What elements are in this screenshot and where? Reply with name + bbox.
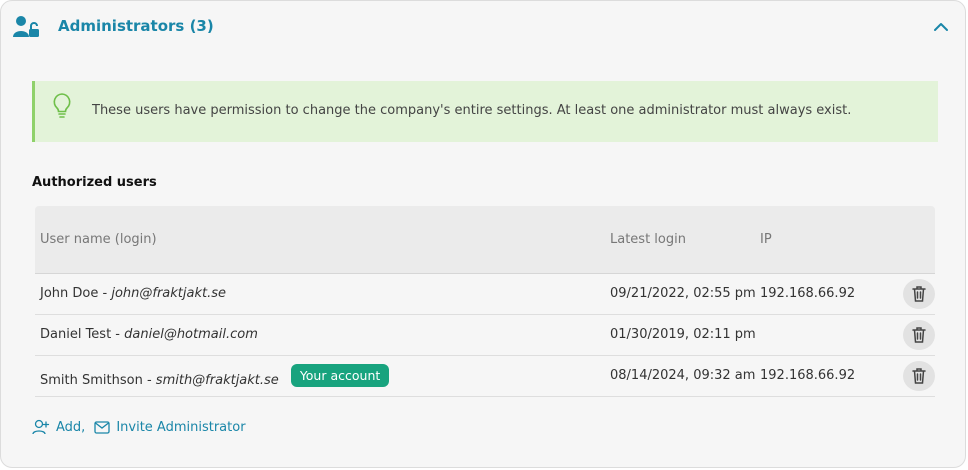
users-table: User name (login) Latest login IP John D…	[35, 206, 935, 397]
panel-header[interactable]: Administrators (3)	[1, 1, 967, 55]
add-label: Add,	[56, 419, 86, 435]
notice-text: These users have permission to change th…	[92, 103, 852, 118]
column-latest-login: Latest login	[610, 232, 686, 247]
ip-address: 192.168.66.92	[760, 286, 856, 301]
column-user-name: User name (login)	[40, 232, 157, 247]
section-title: Authorized users	[32, 175, 157, 190]
admin-lock-icon	[13, 15, 41, 39]
table-row: Daniel Test - daniel@hotmail.com 01/30/2…	[35, 315, 935, 356]
table-row: John Doe - john@fraktjakt.se 09/21/2022,…	[35, 274, 935, 315]
delete-user-button[interactable]	[903, 361, 935, 391]
user-cell: Smith Smithson - smith@fraktjakt.se Your …	[40, 364, 390, 391]
column-ip: IP	[760, 232, 772, 247]
trash-icon	[912, 368, 926, 384]
envelope-icon	[94, 420, 110, 434]
user-name: John Doe	[40, 286, 99, 301]
footer-actions: Add, Invite Administrator	[32, 419, 246, 435]
invite-label: Invite Administrator	[116, 419, 246, 435]
user-email: smith@fraktjakt.se	[155, 373, 279, 388]
trash-icon	[912, 286, 926, 302]
user-name: Smith Smithson	[40, 373, 143, 388]
latest-login: 09/21/2022, 02:55 pm	[610, 286, 756, 301]
table-row: Smith Smithson - smith@fraktjakt.se Your …	[35, 356, 935, 397]
ip-address: 192.168.66.92	[760, 368, 856, 383]
user-email: daniel@hotmail.com	[124, 327, 258, 342]
user-plus-icon	[32, 419, 50, 435]
user-cell: John Doe - john@fraktjakt.se	[40, 286, 227, 301]
trash-icon	[912, 327, 926, 343]
latest-login: 01/30/2019, 02:11 pm	[610, 327, 756, 342]
administrators-panel: Administrators (3) These users have perm…	[0, 0, 966, 468]
info-notice: These users have permission to change th…	[32, 81, 938, 142]
lightbulb-icon	[51, 92, 73, 120]
delete-user-button[interactable]	[903, 320, 935, 350]
user-email: john@fraktjakt.se	[111, 286, 227, 301]
panel-title: Administrators (3)	[58, 17, 214, 35]
invite-admin-link[interactable]: Invite Administrator	[94, 419, 246, 435]
table-header: User name (login) Latest login IP	[35, 206, 935, 274]
latest-login: 08/14/2024, 09:32 am	[610, 368, 756, 383]
delete-user-button[interactable]	[903, 279, 935, 309]
your-account-badge: Your account	[290, 364, 390, 387]
add-admin-link[interactable]: Add,	[32, 419, 85, 435]
chevron-up-icon[interactable]	[929, 15, 953, 39]
user-cell: Daniel Test - daniel@hotmail.com	[40, 327, 258, 342]
user-name: Daniel Test	[40, 327, 112, 342]
